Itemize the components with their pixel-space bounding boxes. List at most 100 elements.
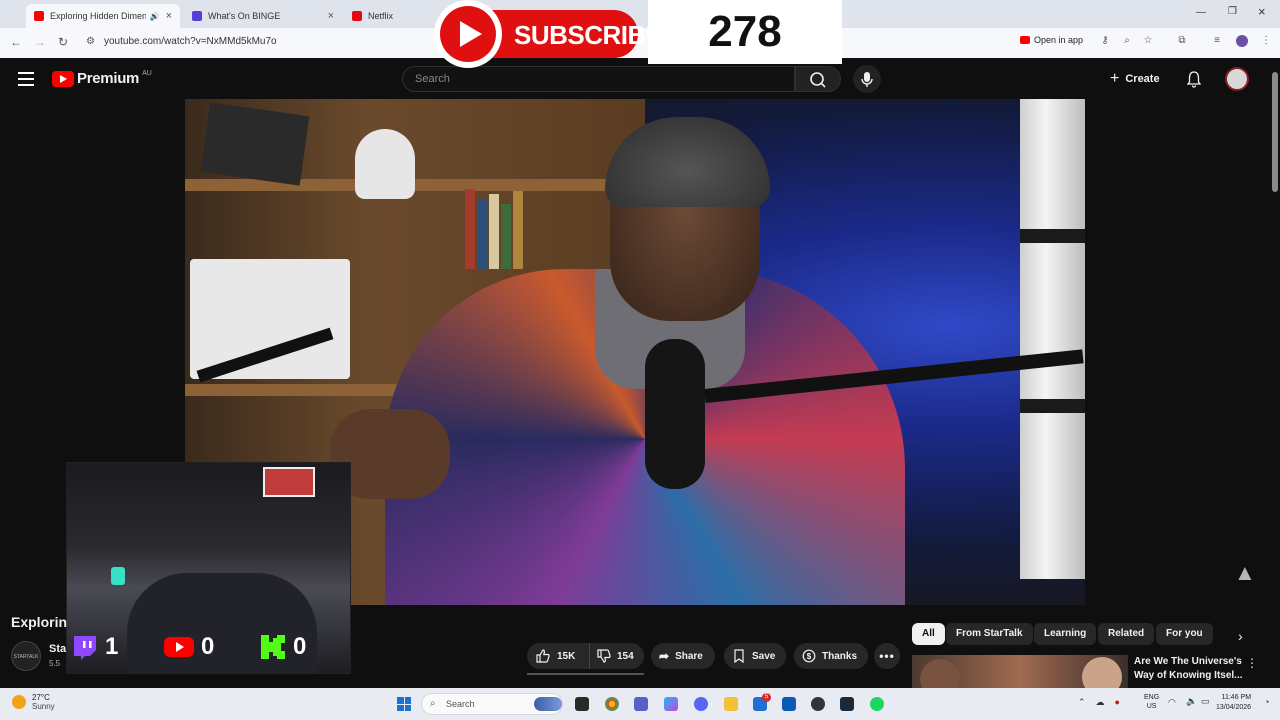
password-key-icon[interactable]: ⚷ xyxy=(1099,35,1111,47)
taskbar-clock[interactable]: 11:46 PM 13/04/2026 xyxy=(1216,693,1251,713)
steam-icon[interactable] xyxy=(840,697,854,711)
obs-icon[interactable] xyxy=(811,697,825,711)
youtube-count: 0 xyxy=(201,633,215,660)
site-info-icon[interactable]: ⚙ xyxy=(86,36,95,47)
notification-badge: 5 xyxy=(762,693,771,702)
extensions-icon[interactable]: ⧉ xyxy=(1176,35,1188,47)
speaker-icon[interactable]: 🔊 xyxy=(150,12,160,21)
weather-widget[interactable]: 27°C Sunny xyxy=(12,693,55,711)
account-avatar[interactable] xyxy=(1225,67,1249,91)
search-icon xyxy=(810,72,826,88)
share-arrow-icon: ➦ xyxy=(659,649,670,663)
windows-start-icon[interactable] xyxy=(397,697,411,711)
notification-center-icon[interactable]: ◔ xyxy=(1264,697,1269,707)
chip-for-you[interactable]: For you xyxy=(1156,623,1213,645)
voice-search-button[interactable] xyxy=(853,65,881,93)
chrome-icon[interactable] xyxy=(605,697,619,711)
search-highlight-icon xyxy=(534,697,562,711)
recommendation-thumbnail[interactable] xyxy=(912,655,1128,688)
svg-text:$: $ xyxy=(807,652,812,661)
reading-list-icon[interactable]: ≡ xyxy=(1211,35,1223,47)
discord-icon[interactable] xyxy=(694,697,708,711)
chip-all[interactable]: All xyxy=(912,623,945,645)
restore-icon[interactable]: ❐ xyxy=(1228,6,1237,17)
open-in-app-button[interactable]: Open in app xyxy=(1020,35,1083,45)
chevron-up-icon[interactable]: ⌃ xyxy=(1078,697,1086,708)
recommendation-title[interactable]: Are We The Universe's Way of Knowing Its… xyxy=(1134,655,1244,683)
channel-watermark-icon[interactable]: ▲ xyxy=(1234,560,1256,586)
reload-icon[interactable]: ↻ xyxy=(58,35,68,49)
chip-related[interactable]: Related xyxy=(1098,623,1155,645)
search-button[interactable] xyxy=(795,66,841,92)
zoom-icon[interactable]: ⌕ xyxy=(1121,35,1133,47)
youtube-premium-logo[interactable]: Premium AU xyxy=(52,70,152,87)
temperature: 27°C xyxy=(32,693,50,702)
close-tab-icon[interactable]: × xyxy=(328,10,334,22)
microphone-tray-icon[interactable]: ● xyxy=(1115,697,1120,708)
create-label: Create xyxy=(1125,73,1160,85)
channel-name[interactable]: Sta xyxy=(49,643,66,655)
language-indicator[interactable]: ENG US xyxy=(1144,693,1159,711)
file-explorer-icon[interactable] xyxy=(724,697,738,711)
more-dots-icon: ••• xyxy=(879,649,895,663)
back-arrow-icon[interactable]: ← xyxy=(10,35,22,49)
chevron-right-icon[interactable]: › xyxy=(1238,628,1243,644)
share-label: Share xyxy=(675,650,703,662)
clock-time: 11:46 PM xyxy=(1221,694,1252,701)
wifi-icon[interactable]: ◠ xyxy=(1168,697,1176,708)
copilot-icon[interactable] xyxy=(664,697,678,711)
tab-binge[interactable]: What's On BINGE × xyxy=(184,4,342,28)
profile-icon[interactable] xyxy=(1236,35,1248,47)
thumbs-up-icon xyxy=(536,649,550,663)
chip-from-startalk[interactable]: From StarTalk xyxy=(946,623,1033,645)
tab-title: Exploring Hidden Dimensio xyxy=(50,11,146,21)
scrollbar-thumb[interactable] xyxy=(1272,72,1278,192)
book xyxy=(477,199,487,269)
teams-icon[interactable] xyxy=(634,697,648,711)
save-button[interactable]: Save xyxy=(724,643,786,669)
onedrive-icon[interactable]: ☁ xyxy=(1096,697,1105,708)
tab-netflix[interactable]: Netflix xyxy=(344,4,432,28)
share-button[interactable]: ➦ Share xyxy=(651,643,715,669)
premium-label: Premium xyxy=(77,70,140,87)
open-book-prop xyxy=(190,259,350,379)
youtube-header: Premium AU Search + Create xyxy=(0,58,1280,100)
minimize-icon[interactable]: — xyxy=(1196,7,1206,18)
notifications-bell-icon[interactable] xyxy=(1186,70,1202,88)
kick-count: 0 xyxy=(293,633,307,660)
chip-learning[interactable]: Learning xyxy=(1034,623,1097,645)
browser-menu-icon[interactable]: ⋮ xyxy=(1260,35,1272,47)
kick-icon xyxy=(261,635,285,659)
more-vert-icon[interactable]: ⋮ xyxy=(1246,656,1258,670)
like-button[interactable]: 15K xyxy=(527,643,589,669)
mask-prop xyxy=(355,129,415,199)
store-icon[interactable] xyxy=(782,697,796,711)
task-view-icon[interactable] xyxy=(575,697,589,711)
hamburger-menu-icon[interactable] xyxy=(18,72,34,90)
close-tab-icon[interactable]: × xyxy=(166,10,172,22)
forward-arrow-icon[interactable]: → xyxy=(34,35,46,49)
thanks-button[interactable]: $ Thanks xyxy=(794,643,868,669)
bookmark-star-icon[interactable]: ☆ xyxy=(1142,35,1154,47)
kick-stat: 0 xyxy=(259,633,306,661)
clock-date: 13/04/2026 xyxy=(1216,704,1252,711)
create-button[interactable]: + Create xyxy=(1110,70,1160,88)
tab-youtube-video[interactable]: Exploring Hidden Dimensio 🔊 × xyxy=(26,4,180,28)
dislike-button[interactable]: 154 xyxy=(589,643,644,669)
windows-taskbar: 27°C Sunny ⌕ Search 5 ⌃ ☁ ● ENG US ◠ 🔈 ▭… xyxy=(0,688,1280,720)
taskbar-search-input[interactable]: ⌕ Search xyxy=(421,693,563,715)
page-scrollbar[interactable] xyxy=(1270,60,1280,688)
volume-icon[interactable]: 🔈 xyxy=(1186,696,1197,707)
url-field[interactable]: youtube.com/watch?v=NxMMd5kMu7o xyxy=(104,36,277,47)
subscriber-counter: 278 xyxy=(648,0,842,64)
close-window-icon[interactable]: × xyxy=(1258,4,1266,19)
twitch-count: 1 xyxy=(105,633,119,660)
youtube-stat: 0 xyxy=(163,633,214,661)
book xyxy=(489,194,499,269)
channel-avatar[interactable]: STARTALK xyxy=(11,641,41,671)
battery-icon[interactable]: ▭ xyxy=(1201,696,1210,707)
microphone-icon xyxy=(861,72,873,87)
spotify-icon[interactable] xyxy=(870,697,884,711)
book xyxy=(501,204,511,269)
more-actions-button[interactable]: ••• xyxy=(874,643,900,669)
